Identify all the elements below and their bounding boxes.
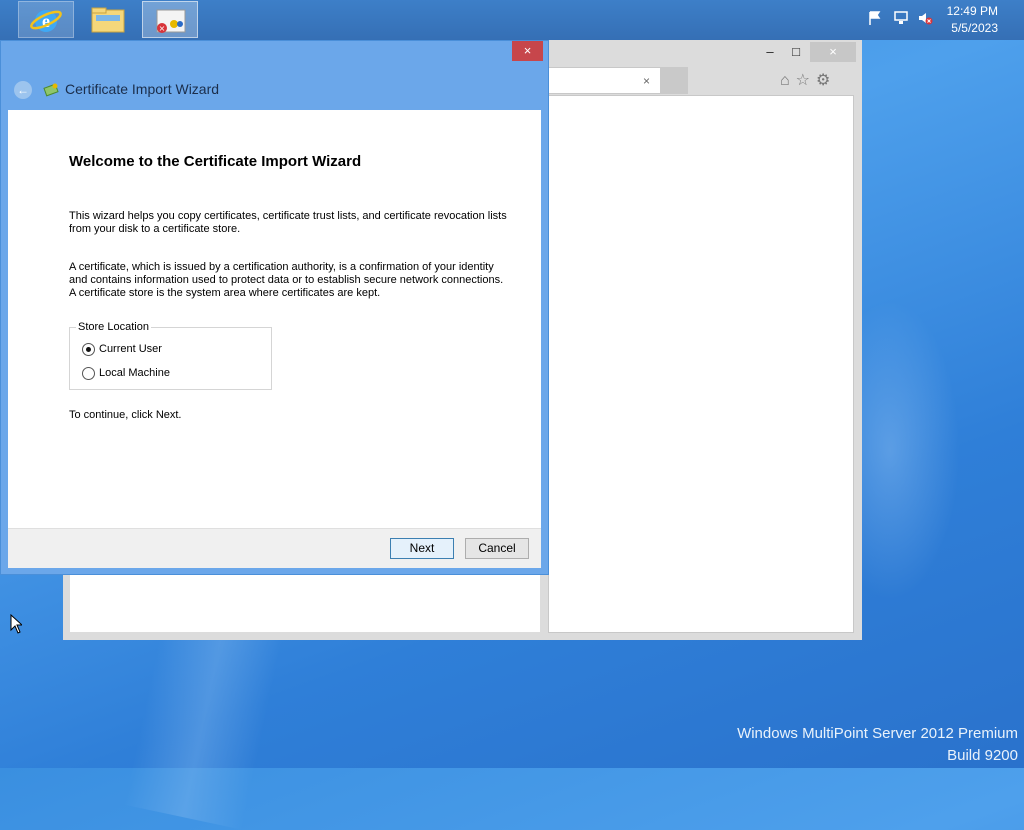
- wizard-footer: Next Cancel: [8, 528, 541, 568]
- radio-unselected-icon[interactable]: [82, 366, 95, 380]
- radio-current-user[interactable]: Current User: [82, 342, 162, 356]
- settings-gear-icon[interactable]: ⚙: [816, 72, 830, 89]
- minimize-button[interactable]: –: [758, 42, 782, 62]
- mouse-cursor-icon: [10, 613, 24, 634]
- certificate-icon: [43, 81, 61, 97]
- clock-date: 5/5/2023: [951, 21, 998, 35]
- maximize-button[interactable]: □: [784, 42, 808, 62]
- store-location-group: [69, 327, 272, 390]
- radio-label-local-machine: Local Machine: [99, 367, 170, 379]
- wizard-close-button[interactable]: ×: [512, 41, 543, 61]
- next-button[interactable]: Next: [390, 538, 454, 559]
- radio-selected-icon[interactable]: [82, 342, 95, 356]
- certificate-import-wizard: × ← Certificate Import Wizard Welcome to…: [0, 40, 549, 575]
- wizard-heading: Welcome to the Certificate Import Wizard: [69, 153, 362, 170]
- browser-close-button[interactable]: ×: [810, 42, 856, 62]
- home-icon[interactable]: ⌂: [780, 72, 790, 89]
- action-center-flag-icon[interactable]: [866, 10, 884, 28]
- os-edition-text: Windows MultiPoint Server 2012 Premium: [737, 725, 1018, 742]
- network-icon[interactable]: [892, 10, 910, 28]
- store-location-label: Store Location: [76, 321, 151, 333]
- favorites-star-icon[interactable]: ☆: [796, 72, 810, 89]
- background-window-content: [70, 570, 548, 632]
- os-watermark: Windows MultiPoint Server 2012 Premium B…: [737, 723, 1018, 767]
- certificate-wizard-icon[interactable]: ×: [142, 1, 198, 38]
- taskbar: e × 12:49 PM 5/5/2023: [0, 0, 1024, 40]
- intro-paragraph: This wizard helps you copy certificates,…: [69, 210, 507, 235]
- radio-label-current-user: Current User: [99, 343, 162, 355]
- radio-local-machine[interactable]: Local Machine: [82, 366, 170, 380]
- internet-explorer-icon[interactable]: e: [18, 1, 74, 38]
- browser-content: [548, 95, 854, 633]
- browser-nav-icons: ⌂ ☆ ⚙: [780, 70, 836, 90]
- svg-text:×: ×: [159, 24, 166, 33]
- cancel-button[interactable]: Cancel: [465, 538, 529, 559]
- new-tab-button[interactable]: [660, 67, 688, 94]
- clock-time: 12:49 PM: [946, 4, 998, 18]
- system-clock[interactable]: 12:49 PM 5/5/2023: [928, 3, 998, 37]
- wizard-title: Certificate Import Wizard: [65, 81, 220, 97]
- os-build-text: Build 9200: [947, 747, 1018, 764]
- continue-instruction: To continue, click Next.: [69, 409, 182, 421]
- file-explorer-icon[interactable]: [80, 1, 136, 38]
- background-browser-window[interactable]: – □ × × ⌂ ☆ ⚙: [540, 40, 862, 640]
- wizard-body: Welcome to the Certificate Import Wizard…: [8, 110, 541, 528]
- back-arrow-icon[interactable]: ←: [14, 81, 32, 99]
- tab-close-icon[interactable]: ×: [643, 74, 650, 88]
- certificate-description: A certificate, which is issued by a cert…: [69, 261, 504, 299]
